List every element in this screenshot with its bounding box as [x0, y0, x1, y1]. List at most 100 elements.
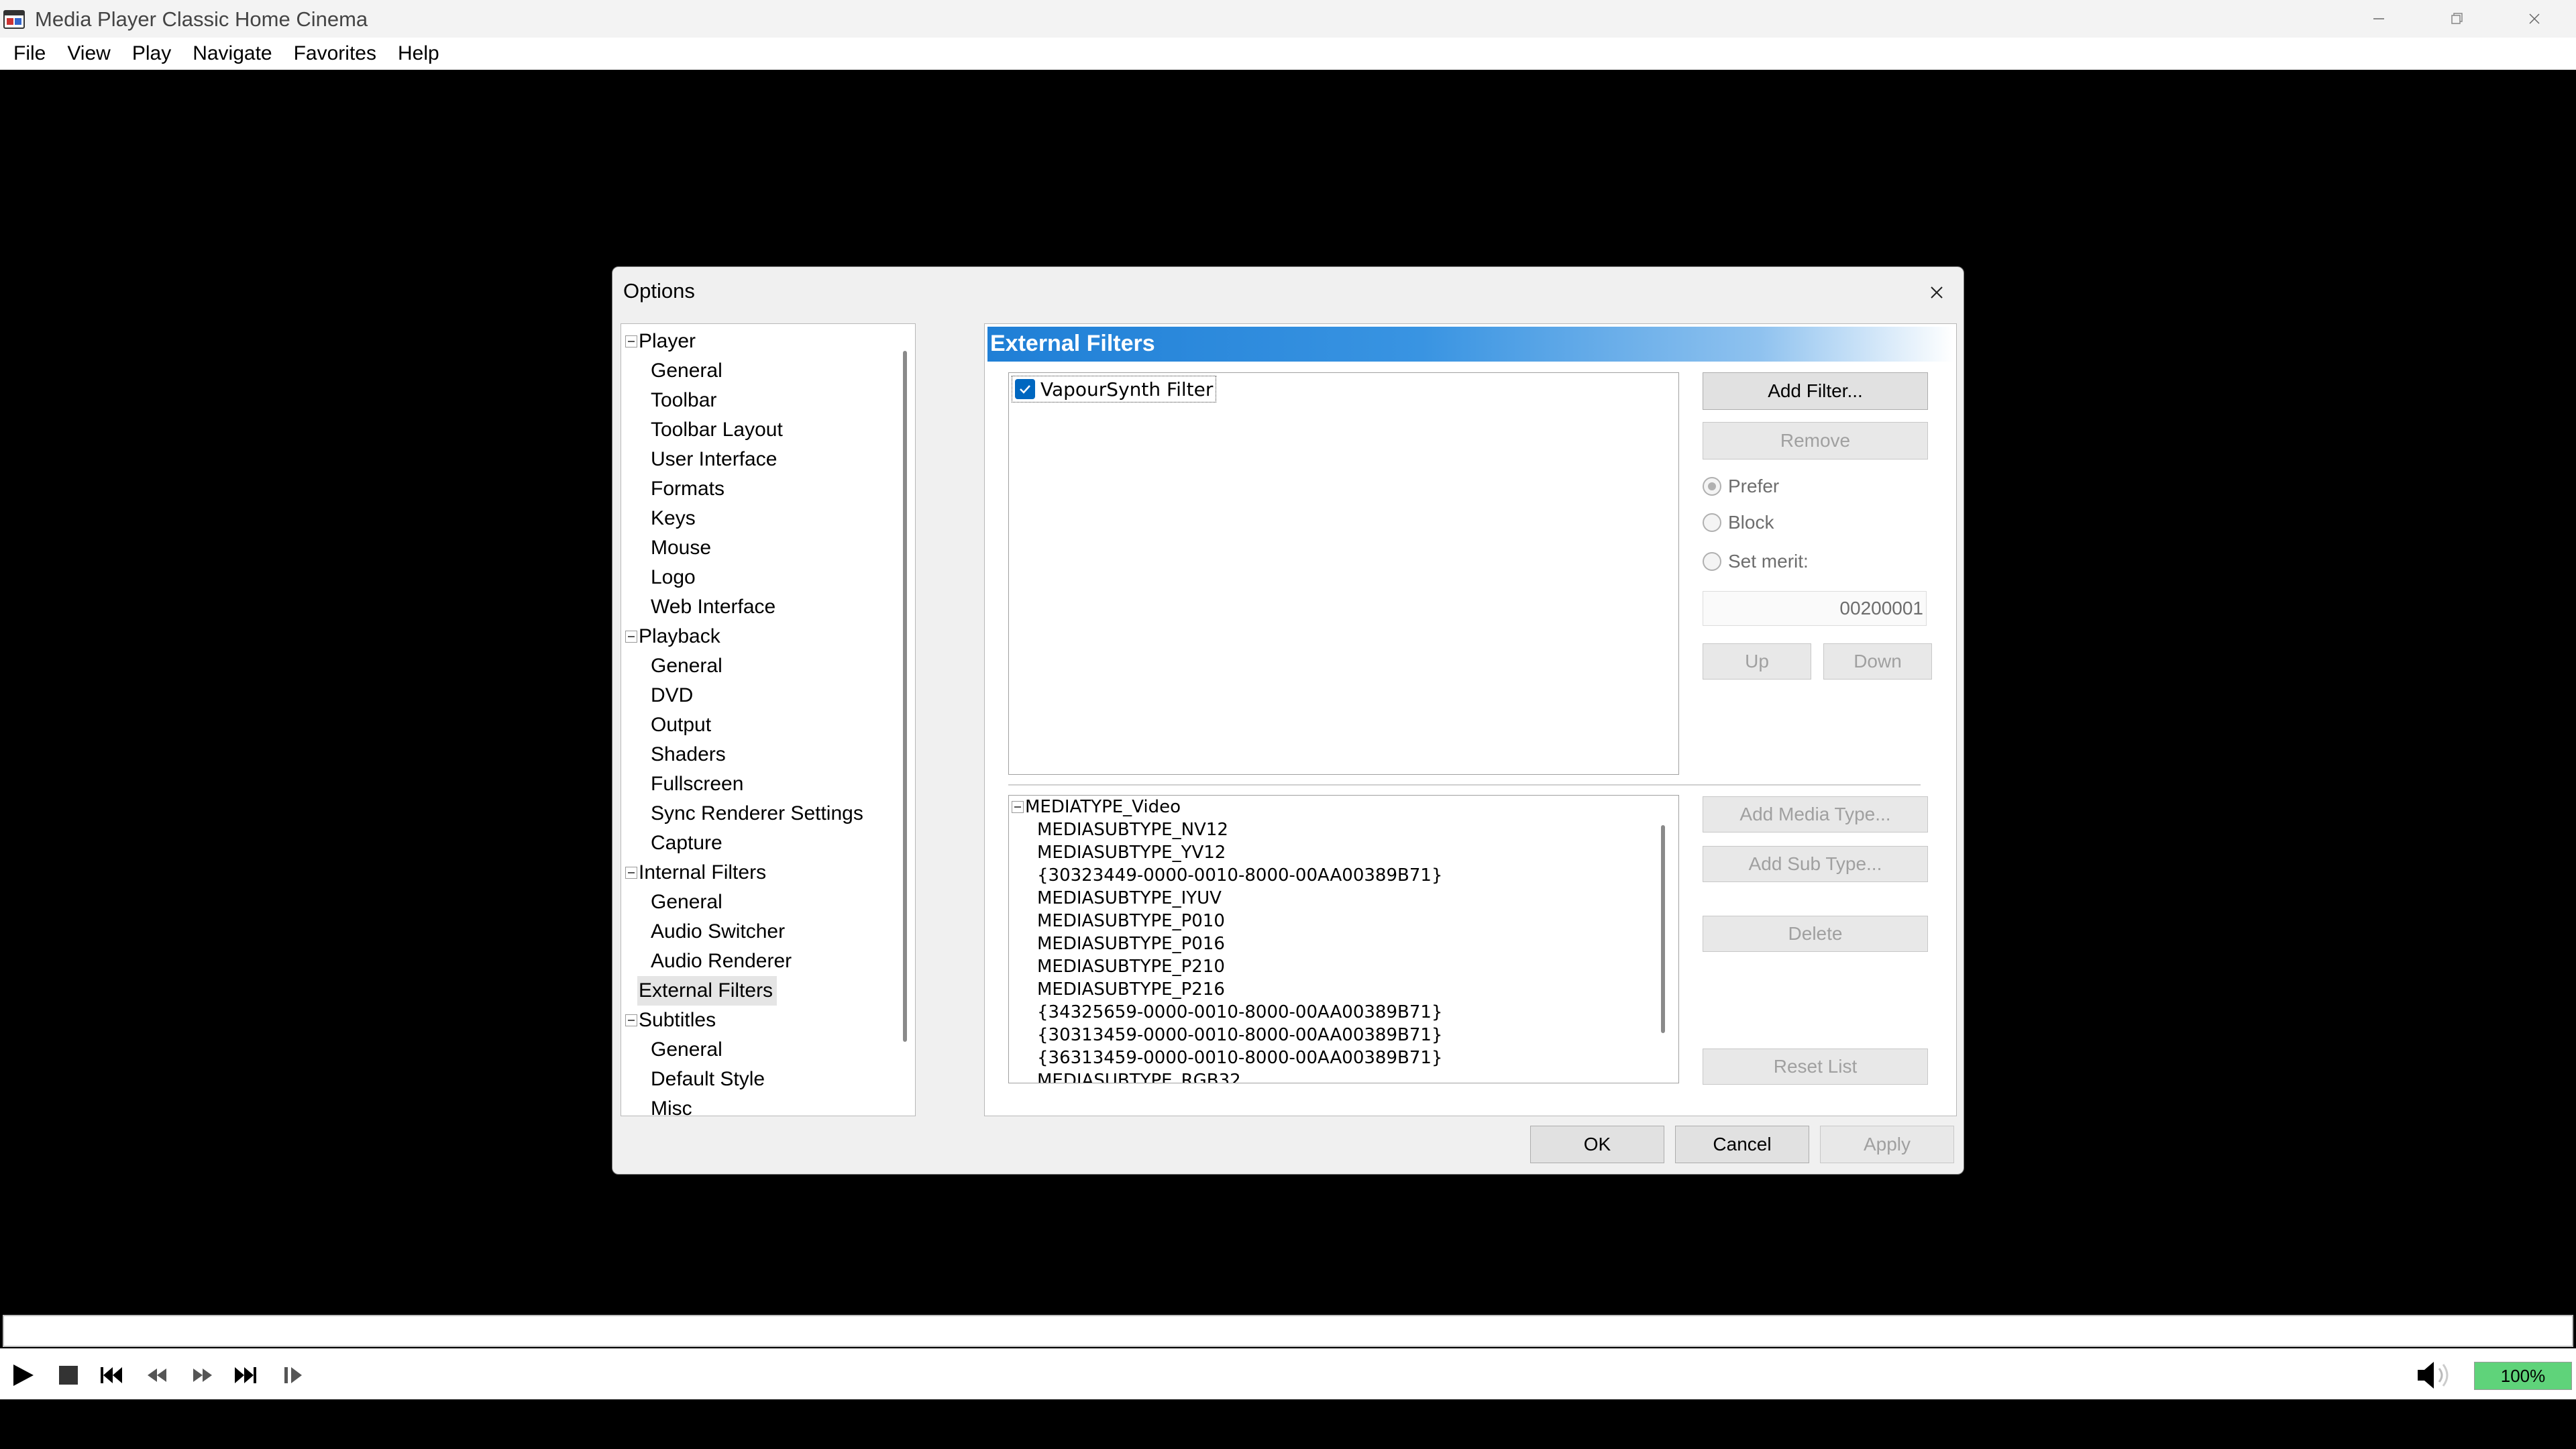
- play-icon: [13, 1364, 34, 1386]
- tree-item[interactable]: Audio Renderer: [649, 947, 796, 976]
- tree-item[interactable]: User Interface: [649, 445, 781, 474]
- filter-checkbox[interactable]: [1015, 379, 1035, 399]
- prefer-radio[interactable]: [1703, 477, 1721, 496]
- playback-controls: 100%: [0, 1348, 2576, 1399]
- menu-file[interactable]: File: [3, 38, 56, 70]
- remove-button[interactable]: Remove: [1703, 422, 1928, 460]
- filter-item[interactable]: VapourSynth Filter: [1012, 376, 1217, 402]
- add-sub-type-button[interactable]: Add Sub Type...: [1703, 846, 1928, 882]
- stop-icon: [59, 1366, 78, 1385]
- media-subtype-item[interactable]: {30313459-0000-0010-8000-00AA00389B71}: [1037, 1024, 1442, 1046]
- collapse-icon[interactable]: [625, 1014, 637, 1026]
- tree-item[interactable]: DVD: [649, 681, 697, 710]
- media-subtype-item[interactable]: {30323449-0000-0010-8000-00AA00389B71}: [1037, 864, 1442, 887]
- media-subtype-item[interactable]: MEDIASUBTYPE_IYUV: [1037, 887, 1222, 910]
- add-media-type-button[interactable]: Add Media Type...: [1703, 796, 1928, 833]
- tree-item[interactable]: General: [649, 888, 727, 917]
- tree-item[interactable]: Web Interface: [649, 592, 780, 622]
- restore-button[interactable]: [2418, 0, 2496, 38]
- set-merit-radio[interactable]: [1703, 552, 1721, 571]
- fast-forward-button[interactable]: [188, 1360, 217, 1390]
- tree-item[interactable]: Keys: [649, 504, 700, 533]
- tree-item[interactable]: External Filters: [637, 976, 777, 1006]
- stop-button[interactable]: [54, 1360, 83, 1390]
- media-subtype-item[interactable]: MEDIASUBTYPE_P010: [1037, 910, 1225, 932]
- menu-view[interactable]: View: [56, 38, 121, 70]
- media-subtype-item[interactable]: MEDIASUBTYPE_YV12: [1037, 841, 1226, 864]
- up-button[interactable]: Up: [1703, 643, 1811, 680]
- tree-item[interactable]: Output: [649, 710, 715, 740]
- ok-button[interactable]: OK: [1530, 1126, 1664, 1163]
- tree-scrollbar[interactable]: [903, 351, 907, 1042]
- collapse-icon[interactable]: [625, 631, 637, 643]
- volume-icon[interactable]: [2415, 1359, 2455, 1391]
- media-subtype-item[interactable]: MEDIASUBTYPE_NV12: [1037, 818, 1228, 841]
- reset-list-button[interactable]: Reset List: [1703, 1049, 1928, 1085]
- menu-favorites[interactable]: Favorites: [283, 38, 387, 70]
- menu-help[interactable]: Help: [387, 38, 450, 70]
- tree-item[interactable]: General: [649, 651, 727, 681]
- tree-item[interactable]: Playback: [637, 622, 724, 651]
- tree-item[interactable]: Misc: [649, 1094, 696, 1116]
- play-button[interactable]: [8, 1360, 38, 1390]
- tree-item[interactable]: Default Style: [649, 1065, 769, 1094]
- collapse-icon[interactable]: [1012, 801, 1024, 813]
- page-header: External Filters: [987, 327, 1953, 362]
- tree-item[interactable]: Fullscreen: [649, 769, 747, 799]
- media-subtype-item[interactable]: MEDIASUBTYPE_RGB32: [1037, 1069, 1241, 1083]
- checkmark-icon: [1020, 385, 1030, 394]
- tree-item[interactable]: Capture: [649, 828, 727, 858]
- tree-item[interactable]: Toolbar: [649, 386, 720, 415]
- cancel-button[interactable]: Cancel: [1675, 1126, 1809, 1163]
- media-type-tree[interactable]: MEDIATYPE_Video MEDIASUBTYPE_NV12 MEDIASUB…: [1008, 795, 1679, 1083]
- tree-item[interactable]: Logo: [649, 563, 700, 592]
- media-subtype-item[interactable]: {36313459-0000-0010-8000-00AA00389B71}: [1037, 1046, 1442, 1069]
- menu-navigate[interactable]: Navigate: [182, 38, 282, 70]
- tree-item[interactable]: Mouse: [649, 533, 715, 563]
- merit-value-field[interactable]: 00200001: [1703, 591, 1927, 626]
- minimize-button[interactable]: [2340, 0, 2418, 38]
- tree-item[interactable]: Internal Filters: [637, 858, 770, 888]
- tree-item[interactable]: Player: [637, 327, 700, 356]
- filter-list[interactable]: VapourSynth Filter: [1008, 372, 1679, 775]
- tree-item[interactable]: Formats: [649, 474, 729, 504]
- collapse-icon[interactable]: [625, 335, 637, 347]
- options-tree[interactable]: Player General Toolbar Toolbar Layout User I…: [621, 323, 916, 1116]
- previous-icon: [101, 1367, 122, 1383]
- tree-item[interactable]: Toolbar Layout: [649, 415, 787, 445]
- set-merit-option[interactable]: Set merit:: [1703, 548, 1809, 575]
- collapse-icon[interactable]: [625, 867, 637, 879]
- type-tree-scrollbar[interactable]: [1661, 825, 1665, 1033]
- tree-item[interactable]: General: [649, 1035, 727, 1065]
- dialog-close-button[interactable]: [1918, 274, 1955, 311]
- set-merit-label: Set merit:: [1728, 551, 1809, 572]
- media-subtype-item[interactable]: MEDIASUBTYPE_P016: [1037, 932, 1225, 955]
- next-button[interactable]: [231, 1360, 260, 1390]
- media-type-root[interactable]: MEDIATYPE_Video: [1025, 796, 1181, 818]
- tree-item[interactable]: Audio Switcher: [649, 917, 789, 947]
- apply-button[interactable]: Apply: [1820, 1126, 1954, 1163]
- media-subtype-item[interactable]: MEDIASUBTYPE_P216: [1037, 978, 1225, 1001]
- volume-slider[interactable]: 100%: [2474, 1362, 2572, 1390]
- media-subtype-item[interactable]: MEDIASUBTYPE_P210: [1037, 955, 1225, 978]
- tree-item[interactable]: Subtitles: [637, 1006, 720, 1035]
- prefer-option[interactable]: Prefer: [1703, 473, 1779, 500]
- media-subtype-item[interactable]: {34325659-0000-0010-8000-00AA00389B71}: [1037, 1001, 1442, 1024]
- rewind-button[interactable]: [142, 1360, 172, 1390]
- tree-item[interactable]: General: [649, 356, 727, 386]
- block-radio[interactable]: [1703, 513, 1721, 532]
- down-button[interactable]: Down: [1823, 643, 1932, 680]
- seek-bar[interactable]: [3, 1315, 2573, 1347]
- tree-item[interactable]: Shaders: [649, 740, 730, 769]
- page-title: External Filters: [990, 331, 1155, 356]
- separator: [1008, 784, 1921, 786]
- frame-step-button[interactable]: [278, 1360, 307, 1390]
- delete-button[interactable]: Delete: [1703, 916, 1928, 952]
- next-icon: [235, 1367, 256, 1383]
- previous-button[interactable]: [97, 1360, 126, 1390]
- tree-item[interactable]: Sync Renderer Settings: [649, 799, 867, 828]
- block-option[interactable]: Block: [1703, 509, 1774, 536]
- add-filter-button[interactable]: Add Filter...: [1703, 372, 1928, 410]
- close-button[interactable]: [2496, 0, 2573, 38]
- menu-play[interactable]: Play: [121, 38, 182, 70]
